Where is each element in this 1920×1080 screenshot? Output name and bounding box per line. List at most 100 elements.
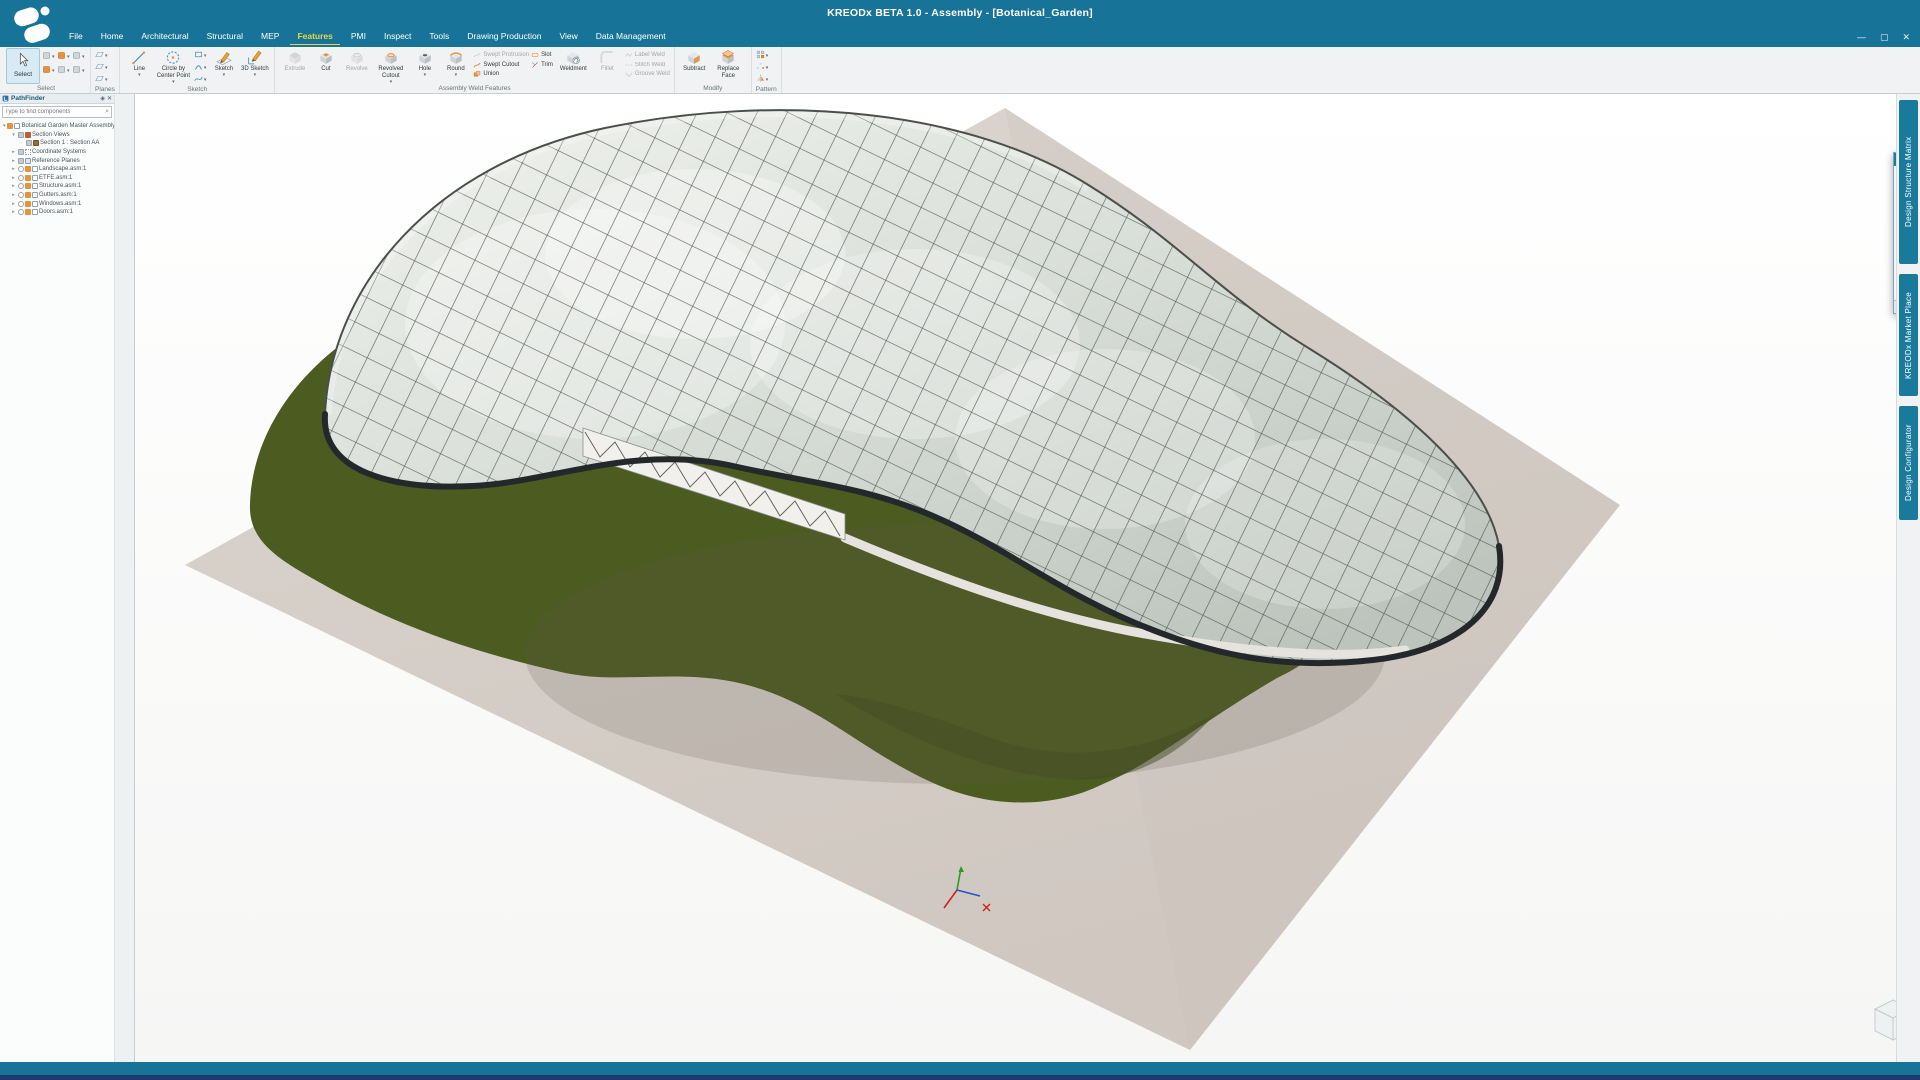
ribbon-tool[interactable]: Hole ▾	[409, 48, 440, 84]
menu-item[interactable]: Architectural	[134, 29, 195, 45]
circle-center-icon	[164, 49, 182, 66]
doc-icon	[32, 175, 38, 181]
tree-item[interactable]: Section 1 : Section AA	[0, 139, 114, 148]
ribbon-tool-small[interactable]: Label Weld	[625, 51, 670, 59]
ribbon-tool[interactable]: 3D Sketch ▾	[239, 48, 270, 77]
expand-arrow-icon[interactable]: ▸	[11, 201, 16, 207]
ribbon-spacer	[782, 47, 1918, 93]
pattern-tool[interactable]: ▾	[756, 50, 769, 61]
ribbon-group-assembly-weld-features: Extrude Cut Revolve	[275, 47, 674, 93]
plane-tool[interactable]: ▾	[95, 74, 108, 85]
menu-item[interactable]: View	[552, 29, 584, 45]
plane-tool[interactable]: ▾	[95, 50, 108, 61]
expand-arrow-icon[interactable]: ▸	[11, 209, 16, 215]
menu-item[interactable]: Data Management	[589, 29, 673, 45]
ribbon-tool[interactable]: Fillet	[592, 48, 623, 73]
menu-item[interactable]: Inspect	[377, 29, 418, 45]
maximize-button[interactable]: ▢	[1880, 32, 1889, 43]
arc-mini-icon	[194, 62, 203, 73]
ribbon-tool-small[interactable]: Groove Weld	[625, 70, 670, 78]
side-tab[interactable]: Design Configurator	[1899, 406, 1918, 520]
ribbon-tool-small[interactable]: Stitch Weld	[625, 61, 670, 69]
ribbon-tool[interactable]: Weldment	[555, 48, 592, 73]
box-icon	[18, 149, 24, 155]
expand-arrow-icon[interactable]: ▸	[11, 175, 16, 181]
menu-item[interactable]: Structural	[200, 29, 250, 45]
tree-item[interactable]: ▾ Botanical Garden Master Assembly.asm	[0, 122, 114, 131]
select-mini-tool[interactable]: ▾	[42, 50, 56, 63]
pathfinder-pin-icon[interactable]: ◈	[100, 96, 105, 102]
ribbon-tool-small[interactable]: Trim	[531, 61, 553, 69]
slot-icon	[531, 51, 539, 59]
union-icon	[473, 70, 481, 78]
expand-arrow-icon[interactable]: ▸	[11, 158, 16, 164]
sketch-mini-tool[interactable]: ▾	[194, 50, 207, 61]
plane-icon	[95, 50, 104, 61]
tree-item[interactable]: ▸ Doors.asm:1	[0, 208, 114, 217]
menu-item[interactable]: File	[62, 29, 90, 45]
plane-tool[interactable]: ▾	[95, 62, 108, 73]
pattern-tool[interactable]: ▾	[756, 62, 769, 73]
sketch-mini-tool[interactable]: ▾	[194, 62, 207, 73]
ribbon-tool[interactable]: Sketch ▾	[208, 48, 239, 77]
select-mini-tool[interactable]: ▾	[42, 64, 56, 77]
ribbon-tool-small[interactable]: Slot	[531, 51, 553, 59]
ribbon-tool[interactable]: Extrude	[279, 48, 310, 84]
menu-item[interactable]: Drawing Production	[460, 29, 548, 45]
side-tab[interactable]: Design Structure Matrix	[1899, 100, 1918, 264]
pathfinder-search[interactable]: ⌕	[2, 106, 112, 118]
group-label-modify: Modify	[679, 84, 747, 93]
select-mini-tool[interactable]: ▾	[72, 50, 86, 63]
pathfinder-close-icon[interactable]: ✕	[107, 96, 112, 102]
ribbon-tool-small[interactable]: Swept Protrusion	[473, 51, 529, 59]
side-tab[interactable]: KREODx Market Place	[1899, 274, 1918, 396]
mirror-icon	[756, 74, 765, 85]
menu-item[interactable]: Tools	[422, 29, 456, 45]
tree-item[interactable]: ▸ Coordinate Systems	[0, 148, 114, 157]
doc-icon	[14, 123, 20, 129]
right-tab-rail: Design Structure Matrix KREODx Market Pl…	[1896, 94, 1920, 1062]
ribbon-tool[interactable]: Subtract	[679, 48, 710, 80]
expand-arrow-icon[interactable]: ▸	[11, 166, 16, 172]
viewport[interactable]: Edit Definition ? ✕ Options Finish Bound…	[135, 94, 1896, 1062]
tree-item[interactable]: ▸ Landscape.asm:1	[0, 165, 114, 174]
tree-item[interactable]: ▸ Reference Planes	[0, 156, 114, 165]
select-mini-tool[interactable]: ▾	[57, 50, 71, 63]
eye-icon	[18, 192, 24, 198]
sketch-mini-tool[interactable]: ▾	[194, 74, 207, 85]
select-mini-tool[interactable]: ▾	[72, 64, 86, 77]
select-button[interactable]: Select	[6, 48, 40, 84]
ribbon-group-pattern: ▾ ▾ ▾ Pattern	[752, 47, 782, 93]
search-input[interactable]	[5, 109, 105, 115]
expand-arrow-icon[interactable]: ▸	[11, 192, 16, 198]
pattern-tool[interactable]: ▾	[756, 74, 769, 85]
pathfinder-splitter[interactable]	[114, 94, 134, 1062]
menu-item[interactable]: PMI	[344, 29, 373, 45]
tree-item[interactable]: ▸ Structure.asm:1	[0, 182, 114, 191]
tree-item[interactable]: ▸ Windows.asm:1	[0, 199, 114, 208]
tree-item[interactable]: ▾ Section Views	[0, 131, 114, 140]
expand-arrow-icon[interactable]: ▾	[11, 132, 16, 138]
ribbon-tool[interactable]: Replace Face	[710, 48, 747, 80]
ribbon-tool[interactable]: Circle by Center Point ▾	[155, 48, 192, 84]
expand-arrow-icon[interactable]: ▸	[11, 149, 16, 155]
tree-item[interactable]: ▸ ETFE.asm:1	[0, 174, 114, 183]
tree-item[interactable]: ▸ Gutters.asm:1	[0, 191, 114, 200]
mini-tool-icon	[57, 65, 66, 76]
minimize-button[interactable]: —	[1857, 32, 1866, 43]
expand-arrow-icon[interactable]: ▸	[11, 183, 16, 189]
close-button[interactable]: ✕	[1902, 32, 1910, 43]
menu-item[interactable]: Home	[94, 29, 131, 45]
menu-item[interactable]: MEP	[254, 29, 286, 45]
axes-icon	[25, 149, 31, 155]
ribbon-tool[interactable]: Revolved Cutout ▾	[372, 48, 409, 84]
select-mini-tool[interactable]: ▾	[57, 64, 71, 77]
menu-item[interactable]: Features	[290, 29, 339, 45]
expand-arrow-icon[interactable]: ▾	[3, 123, 6, 129]
ribbon-tool-small[interactable]: Swept Cutout	[473, 61, 529, 69]
ribbon-tool-small[interactable]: Union	[473, 70, 529, 78]
ribbon-tool[interactable]: Round ▾	[440, 48, 471, 84]
ribbon-tool[interactable]: Revolve	[341, 48, 372, 84]
ribbon-tool[interactable]: Line ▾	[124, 48, 155, 84]
ribbon-tool[interactable]: Cut	[310, 48, 341, 84]
